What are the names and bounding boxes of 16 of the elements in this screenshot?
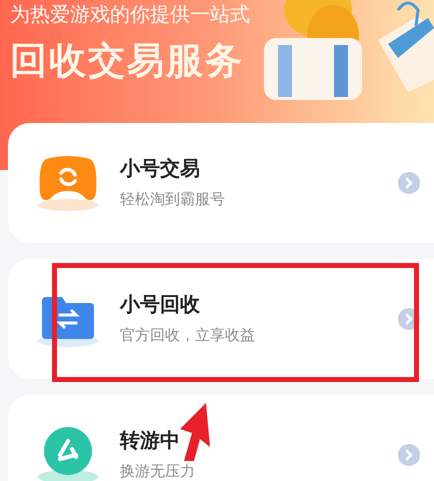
service-card[interactable]: 小号交易 轻松淘到霸服号	[8, 123, 434, 243]
gamepad-icon	[36, 153, 100, 213]
chevron-right-icon	[398, 172, 420, 194]
banner-title: 回收交易服务	[10, 39, 244, 83]
service-card[interactable]: 转游中 换游无压力	[8, 395, 434, 481]
service-subtitle: 轻松淘到霸服号	[120, 190, 225, 210]
service-subtitle: 官方回收，立享收益	[120, 326, 255, 346]
recycle-icon	[36, 425, 100, 481]
service-title: 转游中	[120, 429, 180, 454]
service-title: 小号回收	[120, 293, 200, 318]
chevron-right-icon	[398, 308, 420, 330]
service-card[interactable]: 小号回收 官方回收，立享收益	[8, 259, 434, 379]
service-title: 小号交易	[120, 156, 200, 182]
chevron-right-icon	[398, 444, 420, 466]
service-subtitle: 换游无压力	[120, 462, 195, 481]
banner-subtitle: 为热爱游戏的你提供一站式	[10, 3, 250, 28]
